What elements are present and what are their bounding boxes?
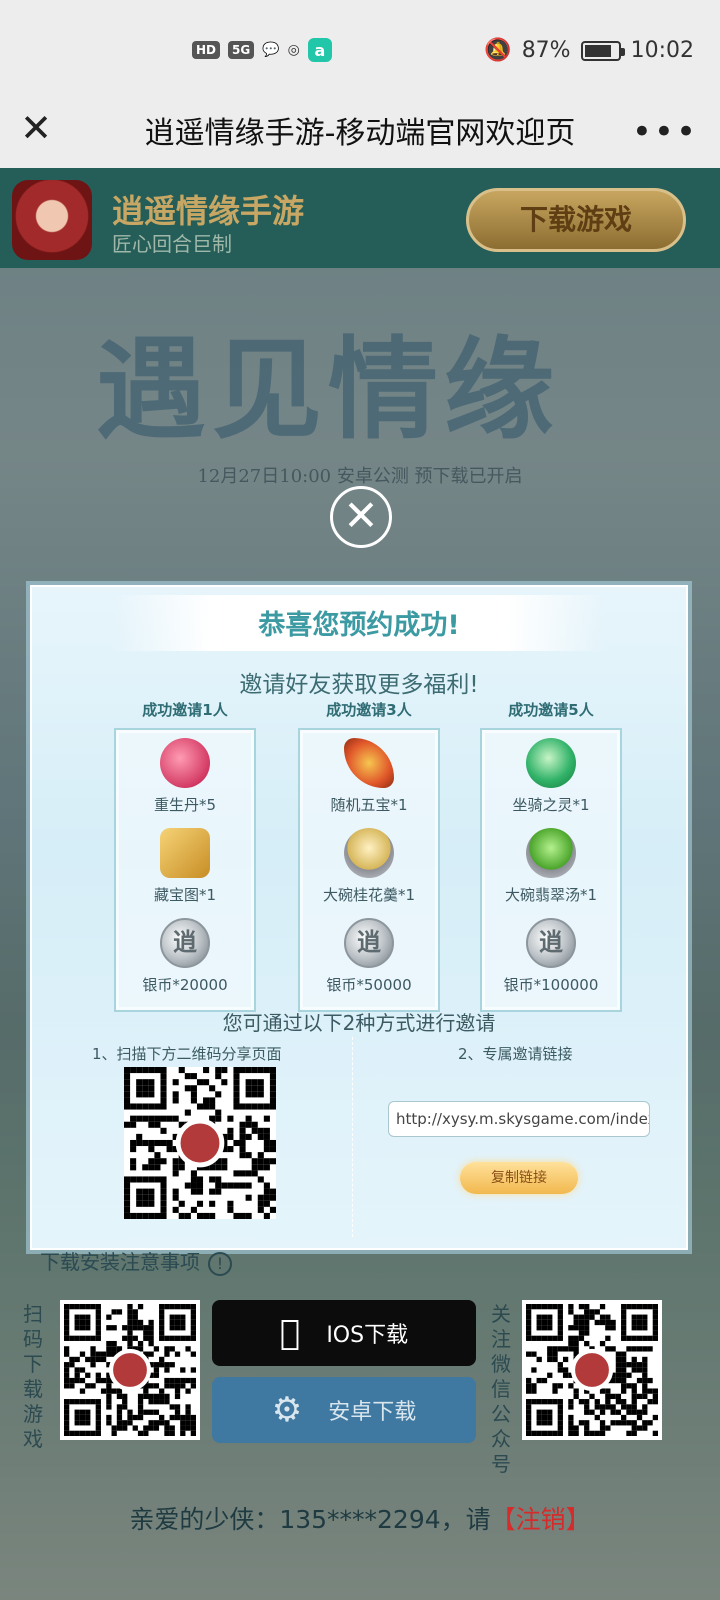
hero-title: 遇见情缘 [96,325,560,454]
apple-icon:  [280,1313,300,1353]
app-banner: 逍遥情缘手游 匠心回合巨制 下载游戏 [0,168,720,268]
wechat-qr-svg [526,1304,658,1436]
tier-heading: 成功邀请3人 [326,701,412,719]
browser-title-bar: ✕ 逍遥情缘手游-移动端官网欢迎页 ••• [0,100,720,168]
tier-heading: 成功邀请1人 [142,701,228,719]
ios-download-button[interactable]:  IOS下载 [212,1300,476,1366]
android-download-button[interactable]: ⚙ 安卓下载 [212,1377,476,1443]
greeting-text: 亲爱的少侠：135****2294，请 [129,1505,491,1534]
mount-spirit-icon [526,738,576,788]
method-link-label: 2、专属邀请链接 [458,1045,573,1063]
method-qr-label: 1、扫描下方二维码分享页面 [92,1045,282,1063]
silver-coin-icon: 逍 [160,918,210,968]
ios-download-label: IOS下载 [316,1323,408,1348]
modal-title: 恭喜您预约成功! [258,610,460,641]
treasure-map-icon [160,828,210,878]
app-avatar [12,180,92,260]
mute-icon: 🔕 [484,38,512,63]
install-notice-label: 下载安装注意事项 [40,1250,200,1274]
reward-tier-5: 成功邀请5人 坐骑之灵*1 大碗翡翠汤*1 逍 银币*100000 [480,699,622,1012]
jade-soup-icon [526,828,576,878]
app-slogan: 匠心回合巨制 [112,232,232,256]
reward-item: 藏宝图*1 [116,828,254,918]
battery-icon [580,40,625,61]
reward-item: 逍 银币*50000 [300,918,438,1008]
tier-rewards: 随机五宝*1 大碗桂花羹*1 逍 银币*50000 [298,728,440,1012]
wechat-qr-code [522,1300,662,1440]
scan-download-text: 扫码下载游戏 [23,1302,43,1451]
copy-link-button[interactable]: 复制链接 [460,1162,578,1194]
user-greeting: 亲爱的少侠：135****2294，请【注销】 [0,1500,720,1536]
reward-item: 随机五宝*1 [300,738,438,828]
clock: 10:02 [630,38,694,63]
android-download-label: 安卓下载 [328,1400,417,1425]
reward-tier-3: 成功邀请3人 随机五宝*1 大碗桂花羹*1 逍 银币*50000 [298,699,440,1012]
info-icon: ! [208,1251,232,1276]
modal-subtitle: 邀请好友获取更多福利! [239,672,479,698]
app-notification-icon: a [307,38,332,62]
reward-label: 重生丹*5 [153,796,217,814]
reward-label: 银币*100000 [503,976,599,994]
invite-link-field[interactable]: http://xysy.m.skysgame.com/index [388,1101,650,1137]
browser-icon: ◎ [287,42,300,58]
android-icon: ⚙ [271,1390,303,1430]
signal-indicator: 5G [228,41,255,59]
share-qr-code [124,1067,276,1219]
silver-coin-icon: 逍 [344,918,394,968]
download-game-button[interactable]: 下载游戏 [466,188,686,252]
reward-label: 大碗翡翠汤*1 [504,886,598,904]
reward-item: 大碗翡翠汤*1 [482,828,620,918]
install-notice[interactable]: 下载安装注意事项! [40,1246,232,1276]
message-icon: 💬 [262,42,280,58]
follow-wechat-text: 关注微信公众号 [491,1302,511,1476]
hero-subtitle: 12月27日10:00 安卓公测 预下载已开启 [197,466,523,487]
download-panel: 扫码下载游戏  IOS下载 ⚙ 安卓下载 关注微信公众号 [10,1280,710,1476]
invite-methods-title: 您可通过以下2种方式进行邀请 [222,1011,496,1035]
tier-heading: 成功邀请5人 [508,701,594,719]
osmanthus-soup-icon [344,828,394,878]
reward-item: 逍 银币*20000 [116,918,254,1008]
reward-item: 大碗桂花羹*1 [300,828,438,918]
download-qr-svg [64,1304,196,1436]
reward-label: 银币*50000 [326,976,412,994]
status-icons-right: 🔕 87% 10:02 [484,38,694,63]
status-icons-left: HD 5G 💬 ◎ a [192,38,332,62]
feather-treasure-icon [344,738,394,788]
reward-tier-1: 成功邀请1人 重生丹*5 藏宝图*1 逍 银币*20000 [114,699,256,1012]
modal-close-button[interactable]: ✕ [330,486,392,548]
method-divider [352,1037,353,1237]
reward-item: 坐骑之灵*1 [482,738,620,828]
page-title: 逍遥情缘手游-移动端官网欢迎页 [144,116,576,151]
battery-percent: 87% [521,38,571,63]
logout-link[interactable]: 【注销】 [491,1505,591,1534]
app-name: 逍遥情缘手游 [112,192,305,230]
hd-indicator: HD [192,41,221,59]
tier-rewards: 重生丹*5 藏宝图*1 逍 银币*20000 [114,728,256,1012]
reward-label: 随机五宝*1 [330,796,408,814]
revival-pill-icon [160,738,210,788]
reward-label: 银币*20000 [142,976,228,994]
download-qr-code [60,1300,200,1440]
silver-coin-icon: 逍 [526,918,576,968]
reservation-success-modal: 恭喜您预约成功! 邀请好友获取更多福利! 成功邀请1人 重生丹*5 藏宝图*1 … [30,585,688,1250]
reward-label: 藏宝图*1 [153,886,217,904]
reward-label: 坐骑之灵*1 [512,796,590,814]
reward-label: 大碗桂花羹*1 [322,886,416,904]
tier-rewards: 坐骑之灵*1 大碗翡翠汤*1 逍 银币*100000 [480,728,622,1012]
reward-item: 重生丹*5 [116,738,254,828]
more-options-icon[interactable]: ••• [632,112,698,152]
reward-item: 逍 银币*100000 [482,918,620,1008]
status-bar: HD 5G 💬 ◎ a 🔕 87% 10:02 [0,0,720,100]
